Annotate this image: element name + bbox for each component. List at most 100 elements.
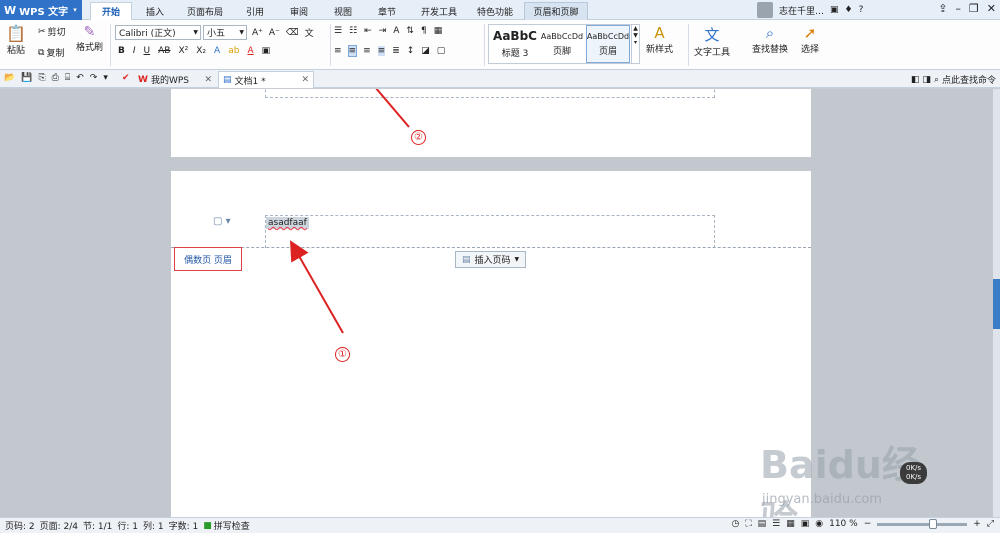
- style-footer[interactable]: AaBbCcDd 页脚: [539, 25, 585, 63]
- web-view-icon[interactable]: ▦: [786, 519, 795, 529]
- align-right-icon[interactable]: ≡: [363, 46, 371, 56]
- clear-format-icon[interactable]: ⌫: [286, 28, 299, 38]
- save-icon[interactable]: 💾: [21, 73, 32, 83]
- page-view-icon[interactable]: ▤: [758, 519, 767, 529]
- tab-my-wps[interactable]: W 我的WPS ✕: [134, 71, 216, 88]
- sort-icon[interactable]: ⇅: [406, 26, 414, 36]
- phonetic-icon[interactable]: 文: [305, 26, 314, 39]
- grow-font-icon[interactable]: A⁺: [252, 28, 263, 38]
- select-button[interactable]: ➚ 选择: [801, 24, 819, 55]
- zoom-slider[interactable]: [877, 518, 968, 529]
- numbered-list-icon[interactable]: ☷: [349, 26, 357, 36]
- gallery-scroll[interactable]: ▲ ▼ ▾: [631, 25, 639, 63]
- increase-indent-icon[interactable]: ⇥: [379, 26, 387, 36]
- tab-view[interactable]: 视图: [326, 2, 360, 20]
- decrease-indent-icon[interactable]: ⇤: [364, 26, 372, 36]
- history-icon[interactable]: ◷: [731, 519, 739, 529]
- tab-references[interactable]: 引用: [238, 2, 272, 20]
- font-size-select[interactable]: 小五 ▼: [203, 25, 247, 40]
- new-style-button[interactable]: A 新样式: [646, 24, 673, 55]
- tab-review[interactable]: 审阅: [282, 2, 316, 20]
- zoom-slider-handle[interactable]: [929, 518, 938, 529]
- justify-icon[interactable]: ≡: [377, 46, 386, 56]
- pin-icon[interactable]: ✔: [122, 73, 130, 83]
- redo-icon[interactable]: ↷: [90, 73, 98, 83]
- user-name[interactable]: 志在千里…: [779, 4, 824, 17]
- shrink-font-icon[interactable]: A⁻: [269, 28, 280, 38]
- tab-developer[interactable]: 开发工具: [414, 2, 464, 20]
- spell-check-button[interactable]: 拼写检查: [214, 519, 250, 532]
- align-left-icon[interactable]: ≡: [334, 46, 342, 56]
- distribute-icon[interactable]: ≣: [392, 46, 400, 56]
- close-icon[interactable]: ✕: [987, 2, 996, 15]
- next-icon[interactable]: ◨: [922, 75, 931, 85]
- tab-features[interactable]: 特色功能: [470, 2, 520, 20]
- italic-icon[interactable]: I: [133, 46, 136, 56]
- scrollbar-thumb[interactable]: [993, 279, 1000, 329]
- cut-button[interactable]: ✂ 剪切: [38, 25, 66, 39]
- customize-icon[interactable]: ▾: [103, 73, 108, 83]
- outline-view-icon[interactable]: ☰: [772, 519, 780, 529]
- vertical-scrollbar[interactable]: [993, 89, 1000, 517]
- fit-page-icon[interactable]: ⤢: [987, 519, 994, 529]
- avatar[interactable]: [757, 2, 773, 18]
- tab-page-layout[interactable]: 页面布局: [180, 2, 230, 20]
- help-icon[interactable]: ?: [859, 5, 864, 15]
- align-center-icon[interactable]: ≡: [347, 45, 358, 57]
- copy-button[interactable]: ⧉ 复制: [38, 46, 64, 60]
- highlight-icon[interactable]: ab: [228, 46, 239, 56]
- style-heading3[interactable]: AaBbC 标题 3: [491, 25, 539, 63]
- show-marks-icon[interactable]: ¶: [421, 26, 427, 36]
- subscript-icon[interactable]: X₂: [196, 46, 206, 56]
- open-icon[interactable]: 📂: [4, 73, 15, 83]
- zoom-out-icon[interactable]: −: [864, 519, 872, 529]
- skin-icon[interactable]: ▣: [830, 5, 839, 15]
- tab-section[interactable]: 章节: [370, 2, 404, 20]
- tab-header-footer[interactable]: 页眉和页脚: [524, 2, 588, 20]
- chinese-layout-icon[interactable]: A: [393, 26, 399, 36]
- prev-icon[interactable]: ◧: [911, 75, 920, 85]
- paste-button[interactable]: 📋 粘贴: [6, 24, 26, 56]
- strikethrough-icon[interactable]: AB: [158, 46, 170, 56]
- app-menu-button[interactable]: W WPS 文字 ▾: [0, 0, 82, 20]
- print-icon[interactable]: ⎙: [52, 73, 59, 83]
- font-color-icon[interactable]: A: [247, 46, 253, 56]
- char-shading-icon[interactable]: ▣: [262, 46, 271, 56]
- reading-view-icon[interactable]: ▣: [801, 519, 810, 529]
- restore-icon[interactable]: ❐: [969, 2, 979, 15]
- table-grid-icon[interactable]: ▦: [434, 26, 443, 36]
- zoom-in-icon[interactable]: +: [973, 519, 981, 529]
- close-icon[interactable]: ✕: [301, 75, 309, 85]
- tab-home[interactable]: 开始: [90, 2, 132, 20]
- bullet-list-icon[interactable]: ☰: [334, 26, 342, 36]
- fullscreen-icon[interactable]: ⛶: [745, 519, 751, 529]
- status-pages[interactable]: 页面: 2/4: [40, 519, 78, 532]
- status-word-count[interactable]: 字数: 1: [169, 519, 199, 532]
- bold-icon[interactable]: B: [118, 46, 125, 56]
- undo-icon[interactable]: ↶: [76, 73, 84, 83]
- shirt-icon[interactable]: ♦: [845, 5, 853, 15]
- format-painter-button[interactable]: ✎ 格式刷: [76, 24, 103, 53]
- tab-insert[interactable]: 插入: [138, 2, 172, 20]
- font-name-select[interactable]: Calibri (正文) ▼: [115, 25, 201, 40]
- minimize-icon[interactable]: –: [955, 2, 961, 15]
- export-pdf-icon[interactable]: ⎘: [38, 73, 45, 83]
- border-icon[interactable]: ▢: [437, 46, 446, 56]
- eye-protect-icon[interactable]: ◉: [815, 519, 823, 529]
- tab-document1[interactable]: ▤ 文档1 * ✕: [218, 71, 314, 88]
- zoom-value[interactable]: 110 %: [829, 519, 858, 529]
- underline-icon[interactable]: U: [144, 46, 151, 56]
- preview-icon[interactable]: ⌸: [65, 73, 70, 83]
- text-tools-icon: 文: [704, 26, 720, 44]
- superscript-icon[interactable]: X²: [178, 46, 188, 56]
- command-search[interactable]: ◧ ◨ ⌕ 点此查找命令: [911, 73, 996, 87]
- upload-icon[interactable]: ⇪: [938, 2, 947, 15]
- text-effect-icon[interactable]: A: [214, 46, 220, 56]
- style-header[interactable]: AaBbCcDd 页眉: [586, 25, 630, 63]
- text-tools-button[interactable]: 文 文字工具: [694, 24, 730, 58]
- close-icon[interactable]: ✕: [204, 75, 212, 85]
- find-replace-button[interactable]: ⌕ 查找替换: [752, 24, 788, 55]
- shading-icon[interactable]: ◪: [421, 46, 430, 56]
- document-canvas[interactable]: ▢ ▾ asadfaaf 偶数页 页眉 ▤ 插入页码 ▼ ① ②: [0, 89, 1000, 517]
- line-spacing-icon[interactable]: ↕: [407, 46, 415, 56]
